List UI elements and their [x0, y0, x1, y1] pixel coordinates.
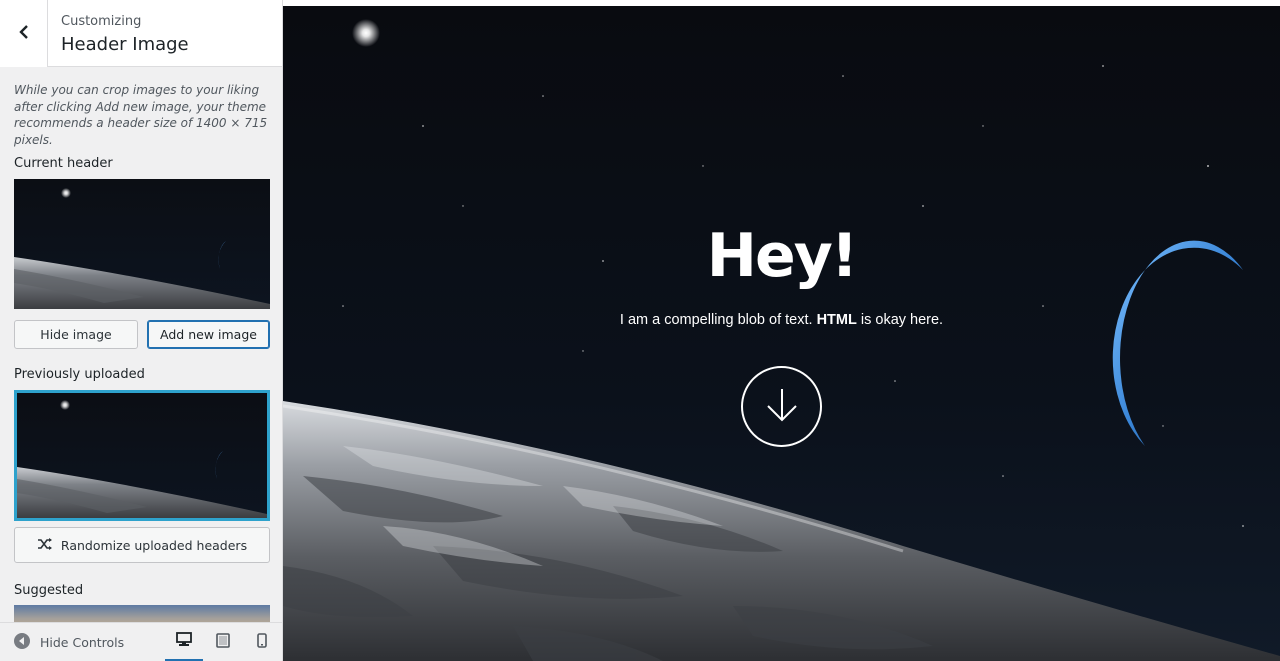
- chevron-left-icon: [18, 24, 30, 44]
- hero-text-part: I am a compelling blob of text.: [619, 312, 813, 328]
- header-size-description: While you can crop images to your liking…: [14, 83, 268, 147]
- hero-text-bold: HTML: [816, 312, 857, 328]
- current-header-label: Current header: [14, 156, 113, 171]
- header-background-image: [283, 6, 1280, 661]
- back-button[interactable]: [0, 0, 48, 67]
- current-header-thumbnail: [14, 179, 270, 309]
- desktop-preview-button[interactable]: [165, 623, 203, 661]
- uploaded-header-thumbnail[interactable]: [14, 390, 270, 521]
- hide-image-button[interactable]: Hide image: [14, 320, 138, 349]
- tablet-preview-button[interactable]: [204, 623, 242, 661]
- section-title: Header Image: [61, 34, 189, 55]
- shuffle-icon: [37, 537, 53, 554]
- hero-text-part: is okay here.: [860, 312, 944, 328]
- collapse-arrow-icon: [14, 633, 30, 652]
- section-eyebrow: Customizing: [61, 14, 142, 29]
- hero-title: Hey!: [706, 221, 858, 291]
- suggested-label: Suggested: [14, 583, 84, 598]
- arrow-down-icon: [764, 387, 800, 427]
- desktop-icon: [176, 631, 192, 651]
- mobile-icon: [257, 633, 267, 652]
- site-preview: Hey! I am a compelling blob of text. HTM…: [283, 6, 1280, 661]
- hide-controls-label: Hide Controls: [40, 635, 125, 650]
- randomize-headers-button[interactable]: Randomize uploaded headers: [14, 527, 270, 563]
- add-new-image-button[interactable]: Add new image: [147, 320, 270, 349]
- previously-uploaded-label: Previously uploaded: [14, 367, 145, 382]
- tablet-icon: [216, 633, 230, 652]
- mobile-preview-button[interactable]: [243, 623, 281, 661]
- customizer-sidebar: Customizing Header Image While you can c…: [0, 0, 283, 661]
- hide-controls-button[interactable]: Hide Controls: [14, 623, 124, 661]
- scroll-down-button[interactable]: [741, 366, 822, 447]
- customizer-footer: Hide Controls: [0, 622, 282, 661]
- randomize-label: Randomize uploaded headers: [60, 537, 248, 553]
- section-header: Customizing Header Image: [0, 0, 282, 67]
- hero-text: I am a compelling blob of text. HTML is …: [283, 312, 1280, 328]
